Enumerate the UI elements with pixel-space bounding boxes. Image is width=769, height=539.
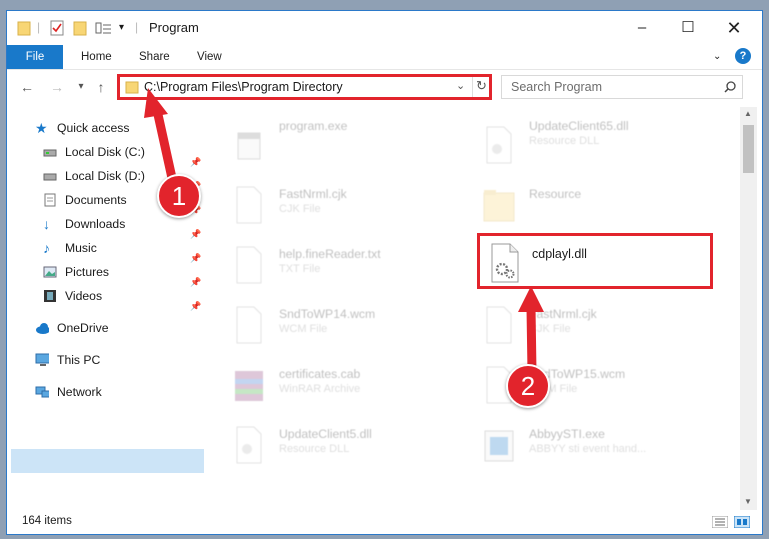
download-icon: ↓	[43, 216, 50, 232]
list-item[interactable]: SndToWP15.wcm WCM File	[462, 355, 702, 409]
details-view-icon[interactable]	[712, 516, 728, 528]
documents-icon	[44, 193, 56, 207]
videos-icon	[44, 290, 56, 302]
title-bar: | ▾ | Program – ☐ ✕	[7, 11, 762, 45]
network-icon	[35, 386, 49, 398]
scroll-up-icon[interactable]: ▲	[744, 109, 752, 118]
list-item[interactable]: Resource	[462, 175, 702, 229]
pin-icon[interactable]: 📌	[190, 157, 201, 167]
maximize-button[interactable]: ☐	[665, 11, 711, 45]
folder-icon	[125, 81, 139, 94]
pin-icon[interactable]: 📌	[190, 301, 201, 311]
address-bar[interactable]: C:\Program Files\Program Directory ⌄ ↻	[117, 74, 492, 100]
up-button[interactable]: ↑	[91, 77, 111, 97]
forward-button[interactable]: →	[47, 77, 67, 97]
close-button[interactable]: ✕	[711, 11, 757, 45]
separator	[472, 77, 473, 97]
tab-share[interactable]: Share	[139, 45, 170, 69]
star-icon: ★	[35, 120, 48, 136]
help-icon[interactable]: ?	[735, 48, 751, 64]
scrollbar-thumb[interactable]	[743, 125, 754, 173]
computer-icon	[35, 353, 49, 366]
new-folder-icon[interactable]	[73, 20, 87, 36]
step-badge-1: 1	[157, 174, 201, 218]
list-item[interactable]: FastNrml.cjk CJK File	[462, 295, 702, 349]
list-item[interactable]: program.exe	[212, 115, 452, 169]
minimize-button[interactable]: –	[619, 11, 665, 45]
list-item[interactable]: help.fineReader.txt TXT File	[212, 235, 452, 289]
window-title: Program	[149, 20, 199, 35]
search-icon[interactable]	[724, 81, 736, 93]
dll-icon	[236, 426, 262, 464]
pin-icon[interactable]: 📌	[190, 253, 201, 263]
pictures-icon	[43, 266, 57, 278]
exe-icon	[484, 430, 514, 462]
separator: |	[135, 20, 139, 34]
address-path: C:\Program Files\Program Directory	[144, 80, 343, 94]
file-icon	[236, 306, 262, 344]
list-item[interactable]: FastNrml.cjk CJK File	[212, 175, 452, 229]
list-item[interactable]: SndToWP14.wcm WCM File	[212, 295, 452, 349]
explorer-window: | ▾ | Program – ☐ ✕ File Home Share View…	[6, 10, 763, 535]
vertical-scrollbar[interactable]: ▲ ▼	[740, 107, 757, 510]
ribbon-tabs: File Home Share View ⌄ ?	[7, 45, 762, 70]
large-icons-view-icon[interactable]	[734, 516, 750, 528]
highlight-box	[477, 233, 713, 289]
expand-ribbon-icon[interactable]: ⌄	[713, 45, 721, 69]
item-count: 164 items	[22, 515, 72, 527]
drive-icon	[43, 149, 57, 157]
tab-file[interactable]: File	[7, 45, 63, 69]
music-icon: ♪	[43, 240, 50, 256]
dll-icon	[486, 126, 512, 164]
tab-view[interactable]: View	[197, 45, 222, 69]
search-input[interactable]: Search Program	[511, 80, 602, 94]
recent-locations-icon[interactable]: ▾	[71, 77, 91, 97]
scroll-down-icon[interactable]: ▼	[744, 497, 752, 506]
search-box[interactable]: Search Program	[501, 75, 743, 99]
view-options-icon[interactable]	[95, 20, 113, 36]
file-icon	[486, 306, 512, 344]
file-icon	[236, 246, 262, 284]
list-item[interactable]: AbbyySTI.exe ABBYY sti event hand...	[462, 415, 702, 469]
exe-icon	[237, 132, 261, 160]
pin-icon[interactable]: 📌	[190, 229, 201, 239]
step-badge-2: 2	[506, 364, 550, 408]
folder-icon	[483, 190, 515, 222]
selection-highlight	[11, 449, 204, 473]
cloud-icon	[36, 323, 49, 334]
refresh-icon[interactable]: ↻	[476, 78, 487, 94]
list-item[interactable]: certificates.cab WinRAR Archive	[212, 355, 452, 409]
list-item[interactable]: UpdateClient5.dll Resource DLL	[212, 415, 452, 469]
drive-icon	[43, 173, 57, 181]
back-button[interactable]: ←	[17, 77, 37, 97]
list-item[interactable]: UpdateClient65.dll Resource DLL	[462, 115, 702, 169]
pin-icon[interactable]: 📌	[190, 277, 201, 287]
file-icon	[236, 186, 262, 224]
status-bar: 164 items	[7, 510, 762, 534]
address-dropdown-icon[interactable]: ⌄	[456, 79, 465, 92]
separator: |	[37, 20, 41, 34]
folder-icon	[17, 21, 31, 36]
tab-home[interactable]: Home	[81, 45, 112, 69]
file-list: program.exe UpdateClient65.dll Resource …	[212, 107, 740, 507]
archive-icon	[235, 371, 263, 401]
properties-icon[interactable]	[49, 20, 65, 36]
customize-toolbar-icon[interactable]: ▾	[119, 22, 124, 38]
